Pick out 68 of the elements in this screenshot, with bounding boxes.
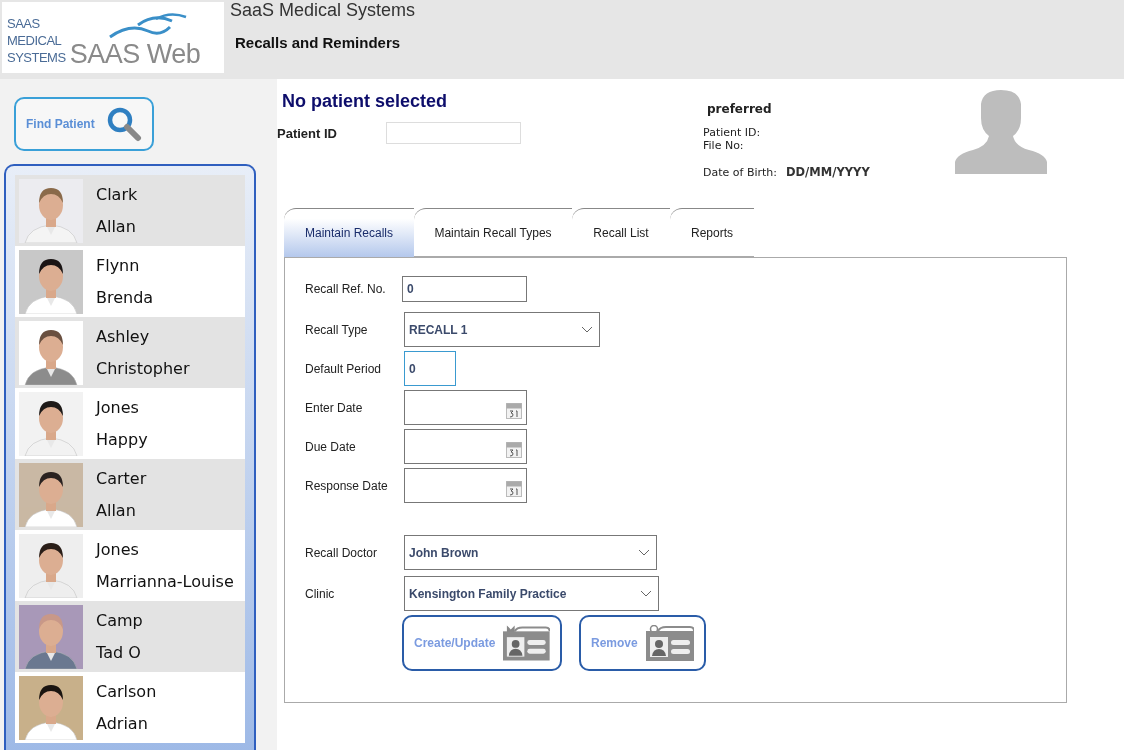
patient-given-name: Christopher	[96, 357, 190, 380]
id-card-icon	[645, 625, 694, 661]
chevron-down-icon	[638, 548, 650, 557]
patient-surname: Jones	[96, 396, 140, 419]
patient-surname: Flynn	[96, 254, 141, 277]
chevron-down-icon	[640, 589, 652, 598]
input-field[interactable]: 0	[404, 351, 456, 386]
input-field[interactable]: 0	[402, 276, 527, 302]
app-name: SaaS Medical Systems	[230, 0, 416, 20]
patient-row[interactable]: Jones Happy	[15, 388, 245, 459]
field-label: Due Date	[305, 439, 357, 454]
tab[interactable]: Recall List	[572, 208, 670, 257]
preferred-name: preferred	[707, 102, 773, 116]
chevron-down-icon	[581, 325, 593, 334]
patient-given-name: Marrianna-Louise	[96, 570, 234, 593]
patient-row[interactable]: Jones Marrianna-Louise	[15, 530, 245, 601]
patient-row[interactable]: Camp Tad O	[15, 601, 245, 672]
logo-wordmark: SAAS Web	[69, 39, 201, 69]
dob-label: Date of Birth:	[703, 165, 777, 179]
patient-row[interactable]: Ashley Christopher	[15, 317, 245, 388]
date-field[interactable]	[404, 390, 527, 425]
patient-surname: Camp	[96, 609, 143, 632]
field-label: Default Period	[305, 361, 383, 376]
patient-given-name: Adrian	[96, 712, 149, 735]
logo-text: SAAS	[7, 15, 41, 32]
dropdown[interactable]: Kensington Family Practice	[404, 576, 659, 611]
patient-given-name: Allan	[96, 215, 137, 238]
patient-surname: Jones	[96, 538, 140, 561]
dropdown[interactable]: RECALL 1	[404, 312, 600, 347]
field-label: Recall Type	[305, 322, 369, 337]
calendar-icon	[506, 403, 522, 419]
calendar-icon	[506, 442, 522, 458]
tab[interactable]: Reports	[670, 208, 754, 257]
field-label: Enter Date	[305, 400, 364, 415]
date-field[interactable]	[404, 429, 527, 464]
date-field[interactable]	[404, 468, 527, 503]
patient-surname: Clark	[96, 183, 138, 206]
id-card-icon	[503, 625, 550, 661]
field-label: Recall Ref. No.	[305, 282, 387, 296]
patient-surname: Carlson	[96, 680, 157, 703]
field-label: Patient ID	[277, 125, 338, 141]
tab[interactable]: Maintain Recall Types	[414, 208, 572, 257]
dob-value: DD/MM/YYYY	[786, 165, 870, 179]
patient-given-name: Happy	[96, 428, 148, 451]
field-label: Response Date	[305, 478, 389, 493]
patient-surname: Ashley	[96, 325, 151, 348]
patient-surname: Carter	[96, 467, 147, 490]
patient-id-field[interactable]	[386, 122, 521, 144]
search-icon	[106, 106, 142, 142]
calendar-icon	[506, 481, 522, 497]
patient-given-name: Brenda	[96, 286, 154, 309]
logo-text: SYSTEMS	[7, 49, 66, 66]
field-label: Clinic	[305, 586, 336, 601]
dropdown[interactable]: John Brown	[404, 535, 657, 570]
patient-row[interactable]: Carlson Adrian	[15, 672, 245, 743]
tab[interactable]: Maintain Recalls	[284, 208, 414, 257]
patient-heading: No patient selected	[282, 91, 449, 112]
patient-given-name: Allan	[96, 499, 137, 522]
field-label: Recall Doctor	[305, 545, 379, 560]
patient-row[interactable]: Carter Allan	[15, 459, 245, 530]
logo-text: MEDICAL	[7, 32, 63, 49]
file-no-label: File No:	[703, 139, 745, 152]
page-title: Recalls and Reminders	[235, 34, 402, 51]
patient-row[interactable]: Flynn Brenda	[15, 246, 245, 317]
person-silhouette-icon	[953, 90, 1049, 174]
patient-id-label: Patient ID:	[703, 126, 762, 139]
patient-given-name: Tad O	[96, 641, 142, 664]
patient-row[interactable]: Clark Allan	[15, 175, 245, 246]
